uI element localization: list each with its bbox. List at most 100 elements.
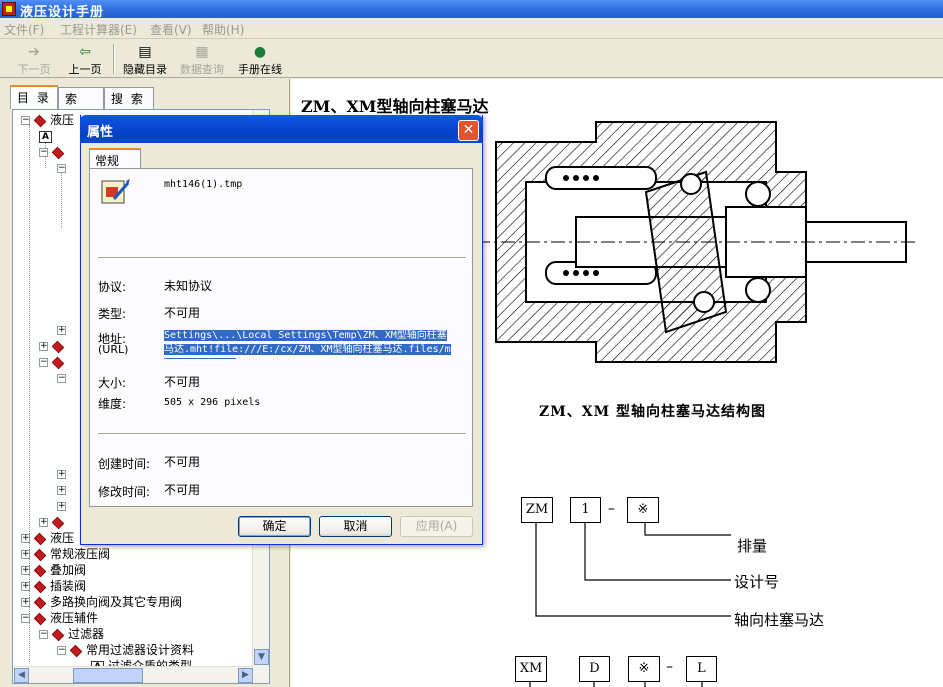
menu-file[interactable]: 文件(F): [4, 21, 44, 38]
menu-view[interactable]: 查看(V): [150, 21, 192, 38]
tree-item[interactable]: −: [57, 160, 70, 176]
code-dash: –: [666, 659, 673, 675]
tree-item[interactable]: + 插装阀: [21, 578, 86, 594]
tree-item[interactable]: −: [39, 354, 68, 370]
tab-search[interactable]: 搜 索: [104, 87, 154, 109]
tree-item[interactable]: +: [57, 482, 70, 498]
apply-button[interactable]: 应用(A): [400, 516, 473, 537]
tree-item-label: 常规液压阀: [50, 547, 111, 561]
menu-bar: 文件(F) 工程计算器(E) 查看(V) 帮助(H): [0, 18, 943, 39]
hide-toc-button[interactable]: ▤ 隐藏目录: [121, 43, 169, 77]
expand-icon[interactable]: +: [21, 566, 30, 575]
menu-calculator[interactable]: 工程计算器(E): [60, 21, 137, 38]
book-icon: [51, 146, 65, 159]
book-icon: [33, 114, 47, 127]
scroll-down-icon[interactable]: ▼: [254, 649, 269, 665]
tab-general[interactable]: 常规: [89, 148, 141, 169]
expand-icon[interactable]: +: [57, 502, 66, 511]
collapse-icon[interactable]: −: [39, 358, 48, 367]
book-icon: [51, 516, 65, 529]
expand-icon[interactable]: +: [21, 550, 30, 559]
expand-icon[interactable]: +: [57, 326, 66, 335]
collapse-icon[interactable]: −: [57, 646, 66, 655]
code-box-l: L: [686, 656, 717, 682]
tree-item[interactable]: + 常规液压阀: [21, 546, 110, 562]
forward-label: 下一页: [17, 63, 51, 76]
back-button[interactable]: ⇦ 上一页: [64, 43, 106, 77]
collapse-icon[interactable]: −: [21, 614, 30, 623]
dialog-title: 属性: [87, 125, 114, 140]
tree-item[interactable]: − 过滤器: [39, 626, 104, 642]
tab-contents[interactable]: 目 录: [10, 85, 58, 109]
tree-item[interactable]: − 液压辅件: [21, 610, 98, 626]
tree-item-label: 液压: [50, 113, 75, 127]
scroll-right-icon[interactable]: ▶: [238, 668, 253, 683]
query-icon: ▦: [195, 44, 209, 60]
tree-item[interactable]: + 液压: [21, 530, 74, 546]
tree-item[interactable]: + 叠加阀: [21, 562, 86, 578]
expand-icon[interactable]: +: [57, 470, 66, 479]
tree-item[interactable]: +: [57, 322, 70, 338]
protocol-value: 未知协议: [164, 279, 213, 293]
modified-value: 不可用: [164, 483, 201, 497]
tree-item[interactable]: −: [57, 370, 70, 386]
back-label: 上一页: [68, 63, 102, 76]
close-icon[interactable]: ✕: [458, 120, 479, 141]
code-box-xm: XM: [515, 656, 547, 682]
tree-item[interactable]: +: [57, 498, 70, 514]
menu-help[interactable]: 帮助(H): [202, 21, 244, 38]
address-value[interactable]: Settings\...\Local Settings\Temp\ZM、XM型轴…: [164, 327, 454, 359]
cancel-button[interactable]: 取消: [319, 516, 392, 537]
expand-icon[interactable]: +: [21, 598, 30, 607]
dialog-title-bar[interactable]: 属性 ✕: [80, 115, 483, 143]
scroll-thumb[interactable]: [73, 668, 143, 683]
horizontal-scrollbar[interactable]: ◀ ▶: [13, 666, 254, 683]
address-url-label: (URL): [98, 343, 129, 356]
online-button[interactable]: ● 手册在线: [235, 43, 285, 77]
expand-icon[interactable]: +: [21, 534, 30, 543]
tab-index[interactable]: 索 引: [58, 87, 104, 123]
expand-icon[interactable]: +: [39, 518, 48, 527]
tree-item[interactable]: − 常用过滤器设计资料: [57, 642, 194, 658]
size-label: 大小:: [98, 376, 127, 390]
expand-icon[interactable]: +: [57, 486, 66, 495]
code-dash: –: [608, 501, 615, 517]
tree-item[interactable]: −: [39, 144, 68, 160]
book-icon: [69, 644, 83, 657]
tree-item[interactable]: − 液压: [21, 112, 74, 128]
forward-button[interactable]: ➔ 下一页: [14, 43, 54, 77]
toolbar-separator: [113, 44, 115, 74]
tree-item[interactable]: A: [39, 128, 56, 144]
book-icon: [51, 356, 65, 369]
collapse-icon[interactable]: −: [21, 116, 30, 125]
toc-icon: ▤: [138, 44, 152, 60]
expand-icon[interactable]: +: [39, 342, 48, 351]
arrow-left-icon: ⇦: [79, 44, 91, 60]
ok-button[interactable]: 确定: [238, 516, 311, 537]
tree-item[interactable]: +: [39, 338, 68, 354]
collapse-icon[interactable]: −: [39, 148, 48, 157]
type-value: 不可用: [164, 306, 201, 320]
collapse-icon[interactable]: −: [57, 164, 66, 173]
app-icon: [2, 2, 16, 16]
scroll-left-icon[interactable]: ◀: [14, 668, 29, 683]
collapse-icon[interactable]: −: [57, 374, 66, 383]
book-icon: [33, 580, 47, 593]
general-panel: mht146(1).tmp 协议: 未知协议 类型: 不可用 地址: (URL)…: [89, 168, 473, 507]
tree-item[interactable]: +: [57, 466, 70, 482]
protocol-label: 协议:: [98, 280, 127, 294]
label-design-number: 设计号: [734, 573, 780, 591]
collapse-icon[interactable]: −: [39, 630, 48, 639]
hide-toc-label: 隐藏目录: [123, 63, 167, 76]
data-query-button[interactable]: ▦ 数据查询: [178, 43, 226, 77]
tree-item-label: 常用过滤器设计资料: [86, 643, 195, 657]
file-name: mht146(1).tmp: [164, 179, 243, 190]
size-value: 不可用: [164, 375, 201, 389]
tree-item[interactable]: +: [39, 514, 68, 530]
book-icon: [33, 612, 47, 625]
code-box-d: D: [579, 656, 610, 682]
tree-item[interactable]: + 多路换向阀及其它专用阀: [21, 594, 182, 610]
modified-label: 修改时间:: [98, 485, 151, 499]
properties-dialog: 属性 ✕ 常规 mht146(1).tmp 协议: 未知协议 类型: 不可用 地…: [80, 115, 483, 545]
expand-icon[interactable]: +: [21, 582, 30, 591]
